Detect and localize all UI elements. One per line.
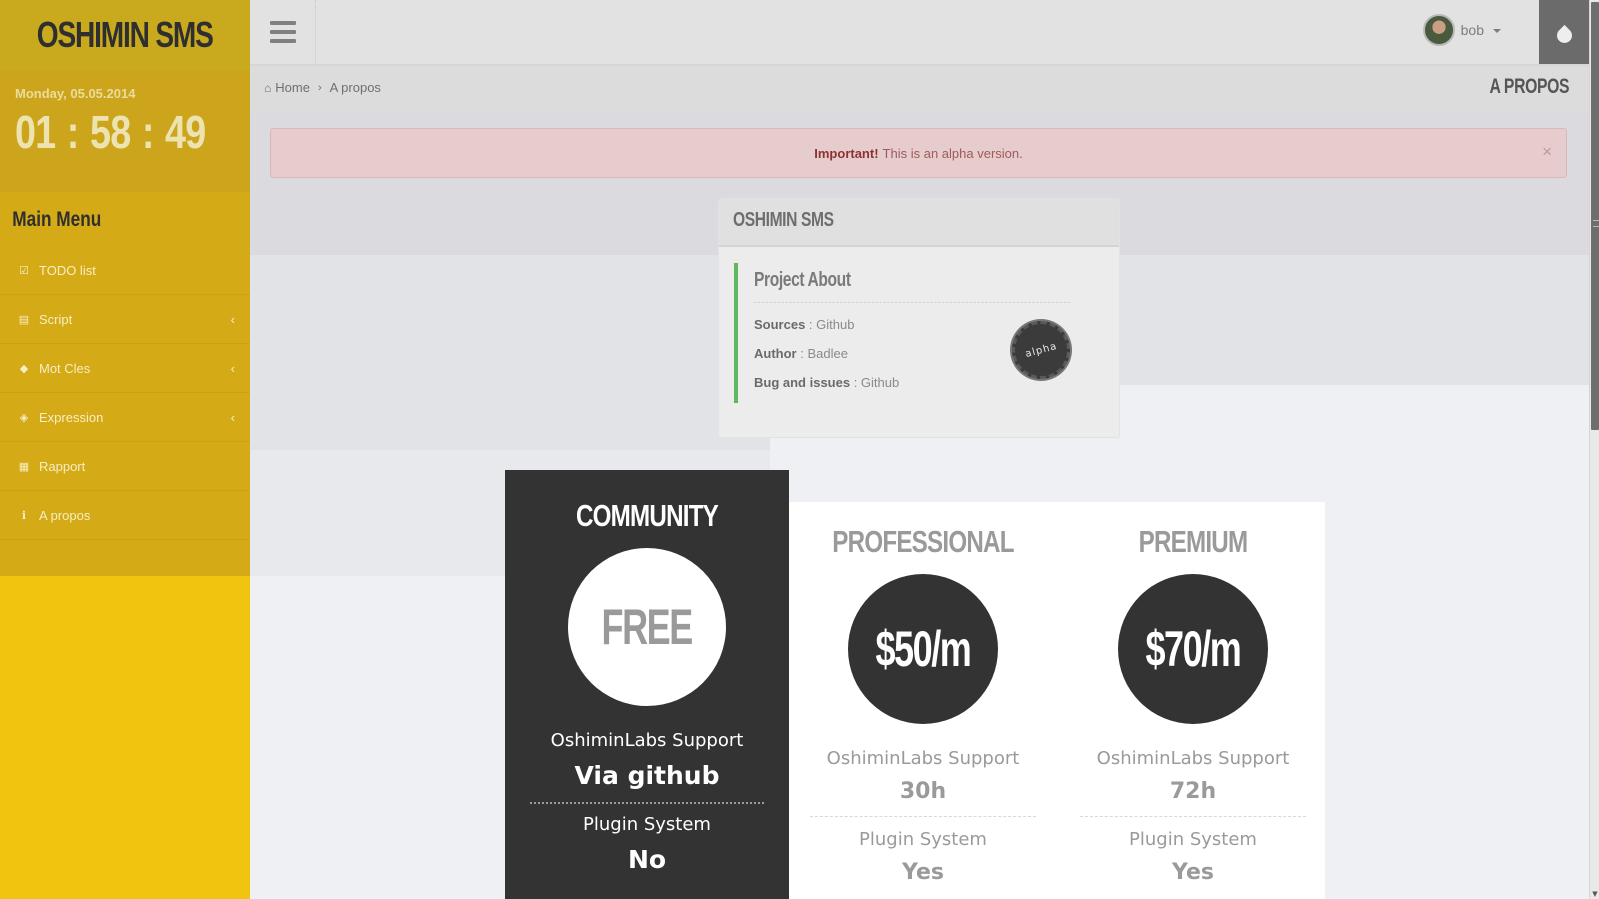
feature-label: OshiminLabs Support (1096, 748, 1290, 769)
grip-icon (1593, 220, 1599, 227)
clock-hours: 01 (15, 106, 56, 158)
chevron-left-icon: ‹ (230, 409, 235, 425)
clock-seconds: 49 (165, 106, 206, 158)
check-square-icon: ☑ (19, 264, 29, 277)
about-label: Bug and issues (754, 375, 851, 390)
sidebar-item-expression[interactable]: ◈ Expression ‹ (0, 393, 250, 442)
tour-overlay (250, 385, 770, 450)
sidebar-item-label: Expression (39, 409, 104, 425)
clock-minutes: 58 (90, 106, 131, 158)
panel-header: OSHIMIN SMS (719, 199, 1119, 247)
feature-value: Yes (1172, 860, 1214, 885)
sidebar-item-script[interactable]: ▤ Script ‹ (0, 295, 250, 344)
sidebar-item-a-propos[interactable]: ℹ A propos (0, 491, 250, 540)
feature-label: Plugin System (1129, 829, 1257, 850)
plan-price: FREE (601, 599, 694, 655)
feature-value: Via github (574, 761, 720, 790)
breadcrumb: ⌂ Home › A propos (264, 80, 381, 95)
about-value: : Badlee (796, 346, 848, 361)
alpha-alert: Important! This is an alpha version. × (270, 128, 1567, 178)
plan-price-circle: FREE (568, 548, 726, 706)
alpha-badge-icon: alpha (1012, 321, 1070, 379)
sidebar: OSHIMIN SMS Monday, 05.05.2014 01:58:49 … (0, 0, 250, 899)
plan-community: COMMUNITY FREE OshiminLabs Support Via g… (505, 470, 789, 899)
feature-value: No (627, 845, 667, 874)
caret-down-icon (1493, 29, 1501, 33)
clock-separator: : (141, 106, 155, 158)
feature-divider (1080, 816, 1306, 817)
breadcrumb-current: A propos (329, 80, 381, 95)
feature-divider (810, 816, 1036, 817)
clock-separator: : (66, 106, 80, 158)
feature-value: 72h (1169, 779, 1217, 804)
sidebar-item-mot-cles[interactable]: ◆ Mot Cles ‹ (0, 344, 250, 393)
close-icon[interactable]: × (1542, 142, 1552, 162)
about-title: Project About (754, 263, 1070, 303)
avatar (1422, 14, 1455, 46)
sidebar-item-rapport[interactable]: ▦ Rapport (0, 442, 250, 491)
user-menu[interactable]: bob (1422, 14, 1501, 46)
chevron-left-icon: ‹ (230, 360, 235, 376)
vertical-scrollbar[interactable]: ▼ (1589, 0, 1599, 899)
plan-name: COMMUNITY (575, 498, 719, 533)
feature-label: OshiminLabs Support (826, 748, 1020, 769)
top-bar: bob (250, 0, 1589, 66)
about-bugs: Bug and issues : Github (754, 375, 1074, 390)
clock-widget: Monday, 05.05.2014 01:58:49 (0, 70, 250, 192)
plan-professional: PROFESSIONAL $50/m OshiminLabs Support 3… (788, 502, 1058, 885)
feature-divider (530, 802, 764, 804)
about-value-link[interactable]: : Github (850, 375, 900, 390)
page-title: A PROPOS (1489, 75, 1569, 98)
sidebar-item-todo-list[interactable]: ☑ TODO list (0, 246, 250, 295)
feature-label: Plugin System (859, 829, 987, 850)
alert-strong: Important! (814, 145, 879, 161)
sidebar-item-label: Script (39, 311, 73, 327)
project-panel: OSHIMIN SMS Project About Sources : Gith… (718, 198, 1120, 438)
hamburger-icon[interactable] (250, 0, 316, 64)
plan-premium: PREMIUM $70/m OshiminLabs Support 72h Pl… (1058, 502, 1328, 885)
alpha-badge-text: alpha (1023, 340, 1059, 360)
about-label: Sources (754, 317, 806, 332)
plan-price-circle: $70/m (1118, 574, 1268, 724)
clock-date: Monday, 05.05.2014 (15, 86, 136, 101)
panel-title: OSHIMIN SMS (733, 209, 834, 231)
breadcrumb-home-link[interactable]: Home (275, 80, 310, 95)
scrollbar-thumb[interactable] (1591, 2, 1599, 430)
table-icon: ▦ (18, 460, 30, 473)
droplet-icon (1553, 24, 1575, 46)
feature-label: Plugin System (583, 814, 711, 835)
main-menu-title: Main Menu (12, 208, 102, 231)
chevron-left-icon: ‹ (230, 311, 235, 327)
plan-price: $70/m (1145, 621, 1242, 677)
feature-value: 30h (899, 779, 947, 804)
tags-icon: ◆ (19, 362, 29, 375)
plan-name: PROFESSIONAL (832, 524, 1014, 559)
info-icon: ℹ (21, 509, 27, 522)
theme-button[interactable] (1539, 0, 1589, 64)
brand-logo-text: OSHIMIN SMS (37, 14, 214, 55)
sidebar-item-label: A propos (39, 507, 91, 523)
feature-label: OshiminLabs Support (550, 730, 744, 751)
feature-value: Yes (902, 860, 944, 885)
plan-name: PREMIUM (1138, 524, 1249, 559)
sidebar-item-label: TODO list (39, 262, 96, 278)
file-icon: ▤ (18, 313, 30, 326)
plan-price: $50/m (875, 621, 972, 677)
home-icon: ⌂ (264, 80, 272, 95)
clock-time: 01:58:49 (15, 105, 206, 159)
about-label: Author (754, 346, 797, 361)
about-value-link[interactable]: : Github (805, 317, 855, 332)
sidebar-item-label: Rapport (39, 458, 86, 474)
breadcrumb-bar: ⌂ Home › A propos A PROPOS (250, 66, 1589, 110)
sidebar-item-label: Mot Cles (39, 360, 91, 376)
scroll-down-icon[interactable]: ▼ (1591, 890, 1599, 898)
user-name: bob (1460, 22, 1484, 38)
ticket-icon: ◈ (19, 411, 29, 424)
alert-text: This is an alpha version. (882, 145, 1023, 161)
main-menu: Main Menu ☑ TODO list ▤ Script ‹ ◆ Mot C… (0, 192, 250, 576)
breadcrumb-separator-icon: › (317, 81, 322, 94)
brand[interactable]: OSHIMIN SMS (0, 0, 250, 70)
plan-price-circle: $50/m (848, 574, 998, 724)
